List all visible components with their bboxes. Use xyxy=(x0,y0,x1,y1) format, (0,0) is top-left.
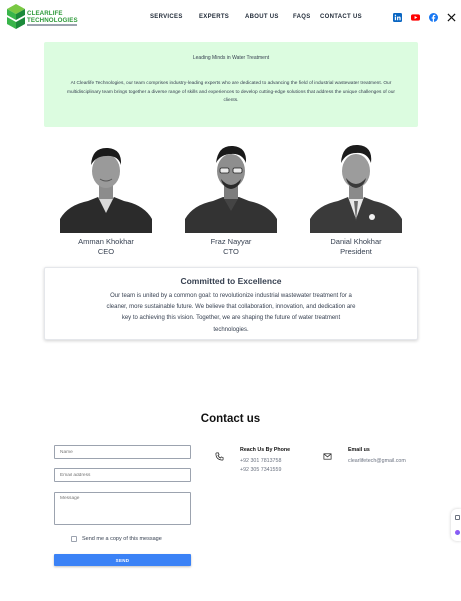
logo-tagline xyxy=(27,24,77,26)
team-member-photo xyxy=(310,141,402,233)
committed-body: Our team is united by a common goal: to … xyxy=(106,293,356,333)
intro-title: Leading Minds in Water Treatment xyxy=(192,55,270,61)
phone-title: Reach Us By Phone xyxy=(240,447,291,453)
logo[interactable]: CLEARLIFE TECHNOLOGIES xyxy=(5,3,78,33)
team-member-photo xyxy=(185,141,277,233)
team-member-role: CEO xyxy=(97,247,115,256)
chat-icon[interactable] xyxy=(455,530,460,535)
x-icon[interactable] xyxy=(447,13,456,22)
phone-number[interactable]: +92 305 7341559 xyxy=(240,467,281,473)
team-member-photo xyxy=(60,141,152,233)
intro-body: At Clearlife Technologies, our team comp… xyxy=(67,81,395,104)
email-title: Email us xyxy=(348,447,370,453)
phone-number[interactable]: +92 301 7813758 xyxy=(240,458,281,464)
team-member-name: Fraz Nayyar xyxy=(210,237,252,246)
nav-about-us[interactable]: ABOUT US xyxy=(245,14,293,20)
floating-widget[interactable] xyxy=(451,509,461,541)
send-copy-row: Send me a copy of this message xyxy=(71,536,162,542)
team-member-role: President xyxy=(340,247,372,256)
send-button[interactable]: SEND xyxy=(54,554,191,566)
committed-card: Committed to Excellence Our team is unit… xyxy=(44,267,418,340)
logo-text-line2: TECHNOLOGIES xyxy=(27,16,78,24)
send-copy-label: Send me a copy of this message xyxy=(82,536,162,542)
facebook-icon[interactable] xyxy=(429,13,438,22)
send-copy-checkbox[interactable] xyxy=(71,536,77,542)
social-links xyxy=(393,13,456,22)
email-address[interactable]: clearlifetech@gmail.com xyxy=(348,458,406,464)
name-field[interactable] xyxy=(54,445,191,459)
linkedin-icon[interactable] xyxy=(393,13,402,22)
team-member-name: Amman Khokhar xyxy=(78,237,134,246)
nav-contact-us[interactable]: CONTACT US xyxy=(320,14,370,20)
mail-icon xyxy=(323,453,332,460)
team-member-name: Danial Khokhar xyxy=(330,237,382,246)
site-header: CLEARLIFE TECHNOLOGIES SERVICES EXPERTS … xyxy=(0,0,461,38)
logo-icon xyxy=(7,4,25,29)
committed-title: Committed to Excellence xyxy=(180,276,282,286)
youtube-icon[interactable] xyxy=(411,13,420,22)
team-member-role: CTO xyxy=(223,247,239,256)
widget-icon xyxy=(455,515,460,520)
main-nav: SERVICES EXPERTS ABOUT US FAQS CONTACT U… xyxy=(150,14,370,20)
contact-title: Contact us xyxy=(200,413,261,425)
message-field[interactable] xyxy=(54,492,191,525)
nav-experts[interactable]: EXPERTS xyxy=(199,14,245,20)
phone-icon xyxy=(215,452,224,461)
nav-services[interactable]: SERVICES xyxy=(150,14,199,20)
nav-faqs[interactable]: FAQS xyxy=(293,14,320,20)
intro-card: Leading Minds in Water Treatment At Clea… xyxy=(44,42,418,127)
email-field[interactable] xyxy=(54,468,191,482)
